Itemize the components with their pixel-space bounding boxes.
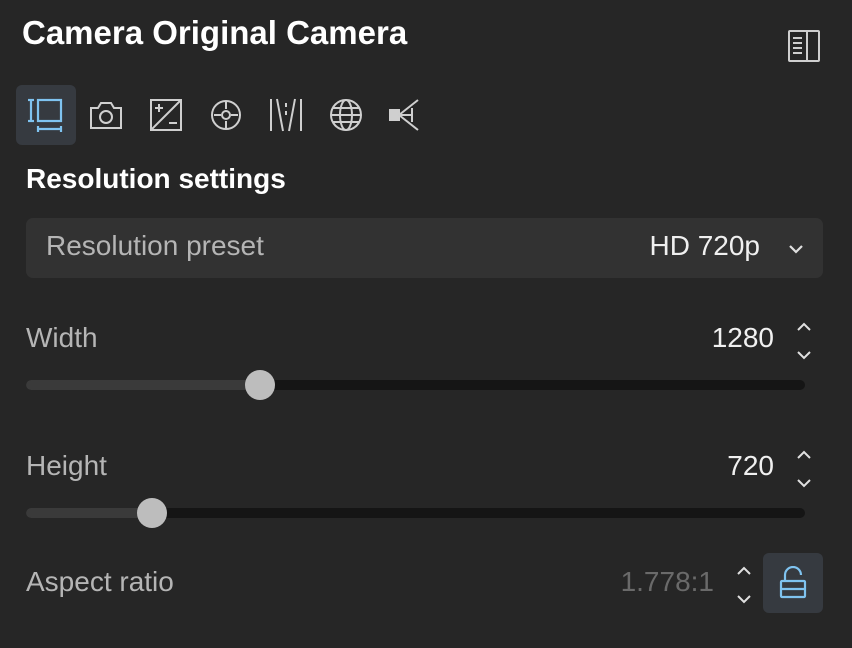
width-value[interactable]: 1280 xyxy=(712,322,774,354)
width-slider[interactable] xyxy=(26,370,805,400)
unlock-icon xyxy=(779,566,807,599)
width-slider-fill xyxy=(26,380,260,390)
section-title: Resolution settings xyxy=(26,163,286,194)
camera-icon xyxy=(90,102,122,129)
chevron-down-icon xyxy=(797,479,811,488)
tab-resolution[interactable] xyxy=(16,85,76,145)
aspect-ratio-lock-button[interactable] xyxy=(763,553,823,613)
chevron-up-icon xyxy=(737,566,751,575)
panel-toggle-button[interactable] xyxy=(784,26,824,66)
globe-icon xyxy=(330,99,362,131)
chevron-down-icon xyxy=(789,245,803,254)
perspective-icon xyxy=(270,98,302,132)
chevron-up-icon xyxy=(797,450,811,459)
width-increment-button[interactable] xyxy=(794,318,814,336)
aspect-ratio-value: 1.778:1 xyxy=(620,566,714,597)
aspect-ratio-stepper xyxy=(734,562,754,608)
tab-exposure[interactable] xyxy=(136,85,196,145)
resolution-icon xyxy=(28,98,63,132)
height-stepper xyxy=(794,446,814,492)
panel-title: Camera Original Camera xyxy=(22,14,408,51)
aspect-ratio-label: Aspect ratio xyxy=(26,566,174,597)
panel-toggle-icon xyxy=(788,30,820,62)
height-increment-button[interactable] xyxy=(794,446,814,464)
chevron-down-icon xyxy=(737,595,751,604)
aspect-ratio-decrement-button[interactable] xyxy=(734,590,754,608)
tab-lens-focus[interactable] xyxy=(196,85,256,145)
height-label: Height xyxy=(26,450,107,481)
aspect-ratio-increment-button[interactable] xyxy=(734,562,754,580)
tab-camera-frustum[interactable] xyxy=(376,85,436,145)
tab-camera[interactable] xyxy=(76,85,136,145)
resolution-preset-select[interactable]: Resolution preset HD 720p xyxy=(26,218,823,278)
tab-perspective[interactable] xyxy=(256,85,316,145)
height-slider-fill xyxy=(26,508,152,518)
chevron-up-icon xyxy=(797,322,811,331)
height-decrement-button[interactable] xyxy=(794,474,814,492)
chevron-down-icon xyxy=(797,351,811,360)
width-decrement-button[interactable] xyxy=(794,346,814,364)
width-label: Width xyxy=(26,322,98,353)
exposure-icon xyxy=(150,99,182,131)
width-slider-thumb[interactable] xyxy=(245,370,275,400)
height-slider-thumb[interactable] xyxy=(137,498,167,528)
resolution-preset-value: HD 720p xyxy=(649,230,760,261)
height-value[interactable]: 720 xyxy=(727,450,774,482)
camera-frustum-icon xyxy=(389,99,419,131)
lens-focus-icon xyxy=(211,100,241,130)
resolution-preset-label: Resolution preset xyxy=(46,230,264,261)
width-stepper xyxy=(794,318,814,364)
tab-globe[interactable] xyxy=(316,85,376,145)
height-slider[interactable] xyxy=(26,498,805,528)
